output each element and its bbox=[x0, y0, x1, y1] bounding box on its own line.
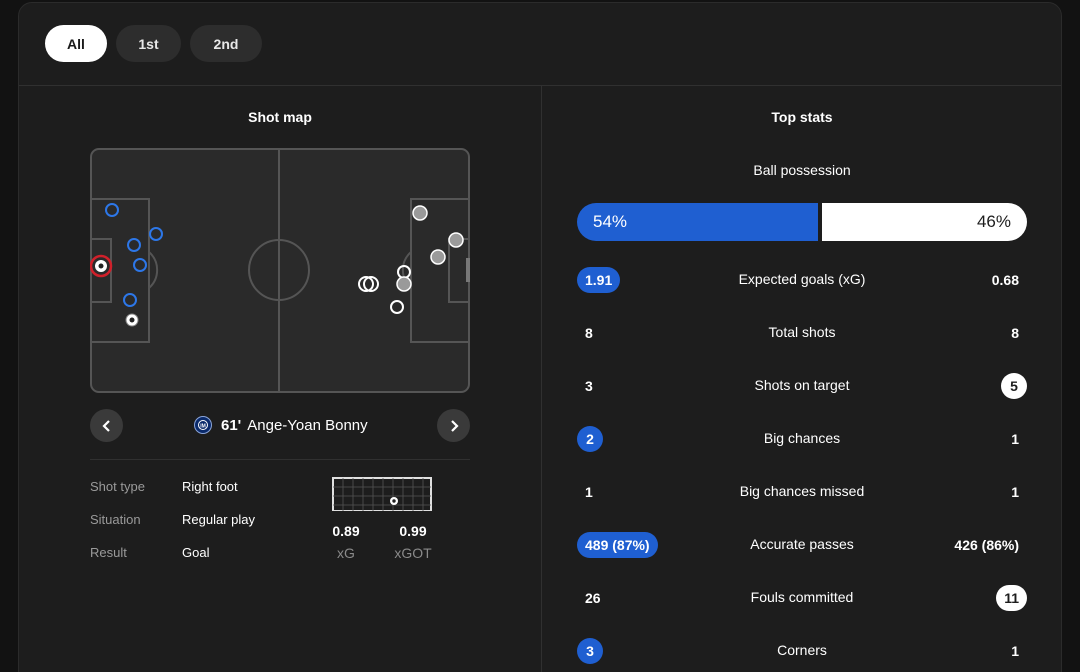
stat-label: Total shots bbox=[768, 324, 836, 340]
period-tabs: All 1st 2nd bbox=[45, 25, 262, 63]
stat-home-value: 1.91 bbox=[577, 267, 621, 293]
shot-minute: 61' bbox=[221, 416, 242, 434]
stat-home-value: 3 bbox=[585, 378, 593, 394]
stat-home-value: 1 bbox=[585, 484, 593, 500]
xgot-label: xGOT bbox=[394, 545, 432, 561]
football-icon bbox=[129, 317, 135, 323]
match-stats-card: All 1st 2nd Shot map IM 61' Ange-Yoan Bo… bbox=[18, 2, 1062, 672]
xg-value: 0.89 bbox=[332, 523, 360, 539]
tab-second-half[interactable]: 2nd bbox=[190, 25, 262, 62]
stat-row: Accurate passes 489 (87%) 426 (86%) bbox=[577, 531, 1027, 559]
right-goal bbox=[466, 258, 470, 282]
shot-navigator: IM 61' Ange-Yoan Bonny bbox=[90, 409, 470, 442]
possession-bar: 54% 46% bbox=[577, 203, 1027, 241]
stat-home-value: 3 bbox=[577, 638, 603, 664]
stat-away-value: 1 bbox=[1011, 643, 1019, 659]
stat-row: Fouls committed 26 11 bbox=[577, 584, 1027, 612]
stat-home-value: 489 (87%) bbox=[577, 532, 658, 558]
shot-type-value: Right foot bbox=[182, 479, 238, 494]
previous-shot-button[interactable] bbox=[90, 409, 123, 442]
stat-away-value: 426 (86%) bbox=[954, 537, 1019, 553]
stat-label: Expected goals (xG) bbox=[738, 271, 866, 287]
stat-row: Total shots 8 8 bbox=[577, 319, 1027, 347]
shot-detail-divider bbox=[90, 459, 470, 460]
stat-away-value: 1 bbox=[1011, 484, 1019, 500]
stat-home-value: 2 bbox=[577, 426, 603, 452]
tab-all[interactable]: All bbox=[45, 25, 107, 62]
football-icon bbox=[98, 263, 104, 269]
tab-first-half[interactable]: 1st bbox=[116, 25, 181, 62]
xg-label: xG bbox=[337, 545, 355, 561]
next-shot-button[interactable] bbox=[437, 409, 470, 442]
stat-away-value: 8 bbox=[1011, 325, 1019, 341]
stat-away-value: 1 bbox=[1011, 431, 1019, 447]
stat-home-value: 26 bbox=[585, 590, 601, 606]
shot-marker bbox=[448, 232, 464, 248]
possession-away: 46% bbox=[822, 203, 1027, 241]
stat-label: Big chances missed bbox=[739, 483, 865, 499]
selected-shot-player: IM 61' Ange-Yoan Bonny bbox=[194, 416, 368, 434]
xg-stat: 0.89 xG bbox=[330, 523, 362, 561]
shot-marker bbox=[412, 205, 428, 221]
situation-value: Regular play bbox=[182, 512, 255, 527]
stat-label: Corners bbox=[777, 642, 827, 658]
result-label: Result bbox=[90, 545, 127, 560]
stat-label: Big chances bbox=[763, 430, 841, 446]
stat-row: Big chances missed 1 1 bbox=[577, 478, 1027, 506]
possession-home: 54% bbox=[577, 203, 818, 241]
result-value: Goal bbox=[182, 545, 210, 560]
stat-row: Expected goals (xG) 1.91 0.68 bbox=[577, 266, 1027, 294]
top-stats-title: Top stats bbox=[771, 109, 833, 125]
possession-label: Ball possession bbox=[753, 162, 851, 178]
stat-row: Shots on target 3 5 bbox=[577, 372, 1027, 400]
situation-label: Situation bbox=[90, 512, 141, 527]
shot-map-pitch[interactable] bbox=[90, 148, 470, 393]
xgot-value: 0.99 bbox=[399, 523, 427, 539]
inter-badge-icon: IM bbox=[194, 416, 212, 434]
xgot-stat: 0.99 xGOT bbox=[391, 523, 435, 561]
stat-away-value: 0.68 bbox=[991, 272, 1019, 288]
chevron-right-icon bbox=[450, 419, 459, 432]
stat-away-value: 5 bbox=[1001, 373, 1027, 399]
chevron-left-icon bbox=[101, 419, 110, 432]
shot-map-title: Shot map bbox=[248, 109, 312, 125]
stat-row: Corners 3 1 bbox=[577, 637, 1027, 665]
shot-player-name: Ange-Yoan Bonny bbox=[247, 416, 368, 434]
goal-frame-diagram bbox=[332, 477, 432, 511]
stat-away-value: 11 bbox=[996, 585, 1027, 611]
svg-text:IM: IM bbox=[200, 424, 206, 430]
stat-row: Big chances 2 1 bbox=[577, 425, 1027, 453]
shot-marker bbox=[430, 249, 446, 265]
shot-type-label: Shot type bbox=[90, 479, 145, 494]
stat-label: Fouls committed bbox=[750, 589, 854, 605]
stat-home-value: 8 bbox=[585, 325, 593, 341]
stat-label: Shots on target bbox=[754, 377, 850, 393]
shot-marker bbox=[396, 276, 412, 292]
